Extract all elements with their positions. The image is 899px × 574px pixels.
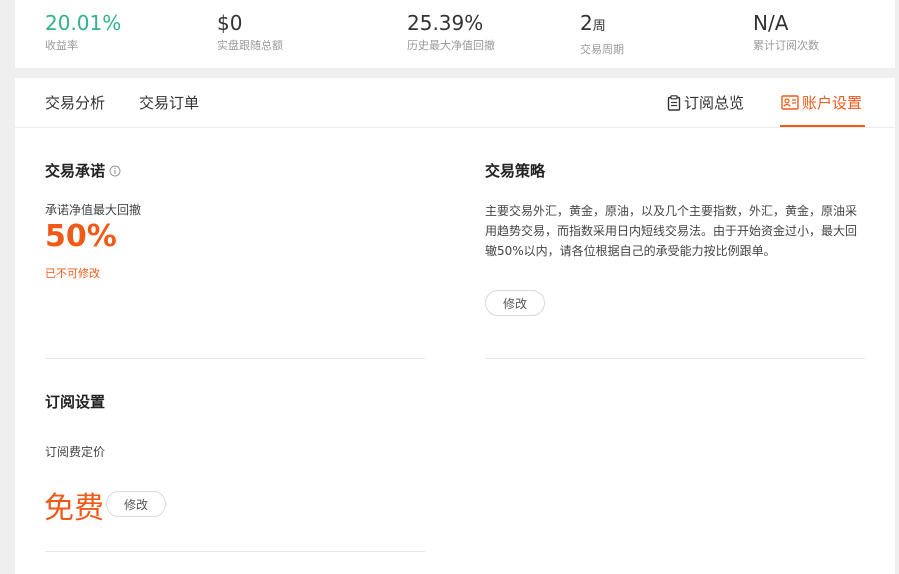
stat-label: 收益率	[45, 39, 78, 52]
stat-value: 20.01%	[45, 11, 122, 35]
commitment-note: 已不可修改	[45, 267, 100, 280]
stat-label: 累计订阅次数	[753, 39, 819, 52]
stat-label: 实盘跟随总额	[217, 39, 283, 52]
stat-value: N/A	[753, 11, 789, 35]
stat-return-rate: 20.01% 收益率	[45, 10, 121, 53]
stat-value: $0	[217, 11, 243, 35]
commitment-title-text: 交易承诺	[45, 162, 106, 180]
main-card: 交易分析 交易订单 订阅总览 账户设置 交易承诺 承诺净值最大回撤 50% 已不…	[15, 78, 895, 574]
active-tab-indicator	[780, 125, 865, 127]
divider	[45, 358, 425, 359]
stats-card: 20.01% 收益率 $0 实盘跟随总额 25.39% 历史最大净值回撤 2周 …	[15, 0, 895, 68]
subscription-price-value: 免费	[44, 491, 104, 526]
edit-subscription-price-button[interactable]: 修改	[106, 491, 166, 517]
edit-strategy-button[interactable]: 修改	[485, 290, 545, 316]
stat-unit: 周	[592, 19, 606, 34]
commitment-title: 交易承诺	[45, 160, 121, 181]
stat-max-drawdown: 25.39% 历史最大净值回撤	[407, 10, 495, 53]
stat-trading-period: 2周 交易周期	[580, 10, 624, 57]
stat-follow-total: $0 实盘跟随总额	[217, 10, 283, 53]
commitment-value: 50%	[45, 219, 117, 254]
tab-label: 账户设置	[802, 94, 863, 112]
strategy-title: 交易策略	[485, 162, 546, 180]
stat-label: 交易周期	[580, 43, 624, 56]
clipboard-icon	[667, 94, 681, 111]
tab-bar: 交易分析 交易订单 订阅总览 账户设置	[15, 78, 895, 128]
commitment-label: 承诺净值最大回撤	[45, 203, 142, 217]
tab-trade-analysis[interactable]: 交易分析	[45, 92, 105, 113]
tab-label: 订阅总览	[684, 94, 745, 112]
subscription-price-label: 订阅费定价	[45, 445, 106, 459]
stat-subscription-count: N/A 累计订阅次数	[753, 10, 819, 53]
account-settings-icon	[781, 95, 799, 110]
subscription-title: 订阅设置	[45, 393, 106, 411]
strategy-description: 主要交易外汇，黄金，原油，以及几个主要指数，外汇，黄金，原油采用趋势交易，而指数…	[485, 204, 858, 258]
tab-account-settings[interactable]: 账户设置	[781, 92, 862, 113]
info-icon[interactable]	[109, 163, 121, 181]
stat-number: 2	[580, 11, 593, 35]
stat-label: 历史最大净值回撤	[407, 39, 495, 52]
tab-trade-orders[interactable]: 交易订单	[139, 92, 199, 113]
stat-value: 25.39%	[407, 11, 484, 35]
divider	[485, 358, 865, 359]
divider	[45, 551, 425, 552]
tab-subscription-overview[interactable]: 订阅总览	[667, 92, 744, 113]
stat-value: 2周	[580, 10, 624, 40]
